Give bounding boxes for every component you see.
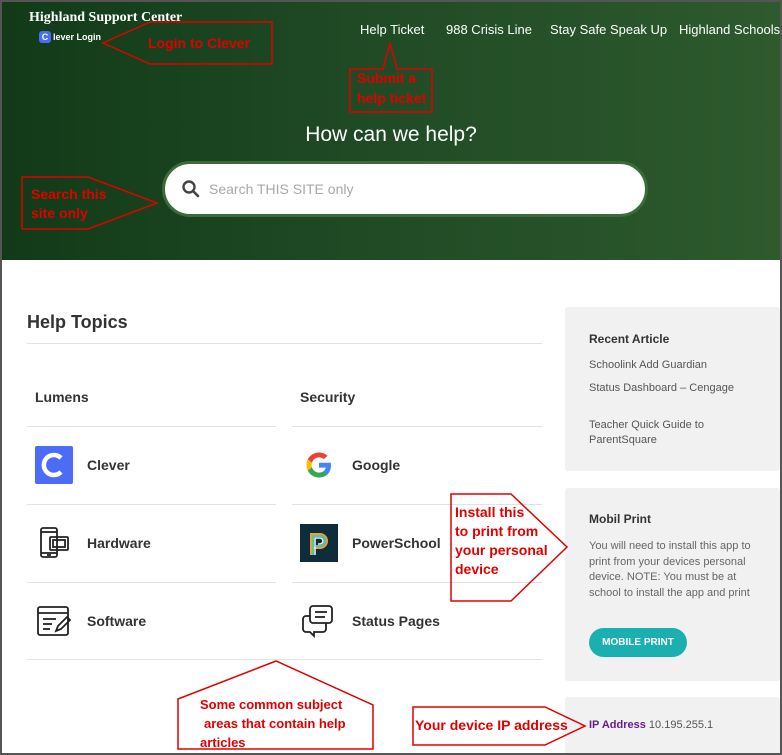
article-link[interactable]: Teacher Quick Guide to ParentSquare [589,418,739,448]
topic-powerschool[interactable]: PowerSchool [300,523,441,563]
annotation-subjects: Some common subject areas that contain h… [200,695,346,752]
annotation-line: device [455,561,499,577]
mobil-print-card: Mobil Print You will need to install thi… [565,488,780,681]
search-bar[interactable] [162,161,648,217]
annotation-line: articles [200,735,246,750]
ip-address-line: IP Address 10.195.255.1 [589,719,713,731]
annotation-line: Search this [31,186,107,202]
topic-label: Google [352,457,401,473]
hardware-devices-icon [35,524,73,562]
annotation-line: Some common subject [200,697,343,712]
topic-label: Hardware [87,535,151,551]
hero-banner: Highland Support Center C lever Login He… [2,2,780,260]
topic-label: Software [87,613,147,629]
annotation-line: Submit a [357,70,417,86]
search-icon [182,180,200,198]
clever-login-label: lever Login [53,32,102,42]
search-input[interactable] [209,181,609,197]
software-edit-icon [35,602,73,640]
article-link[interactable]: Schoolink Add Guardian [589,358,739,373]
mobil-print-heading: Mobil Print [589,512,651,526]
hero-heading: How can we help? [305,123,477,146]
recent-article-card: Recent Article Schoolink Add Guardian St… [565,307,780,471]
help-topics-heading: Help Topics [27,312,128,332]
clever-logo-icon [35,446,73,484]
nav-highland-schools[interactable]: Highland Schools [679,22,780,37]
powerschool-logo-icon [300,524,338,562]
mobil-print-description: You will need to install this app to pri… [589,540,751,599]
site-title[interactable]: Highland Support Center [29,10,182,26]
clever-login-link[interactable]: C lever Login [39,31,101,43]
topic-hardware[interactable]: Hardware [35,523,151,563]
divider [27,659,542,660]
chat-bubbles-icon [300,602,338,640]
ip-address-value: 10.195.255.1 [648,719,714,731]
annotation-line: your personal [455,542,548,558]
divider [27,343,542,344]
google-logo-icon [300,446,338,484]
nav-help-ticket[interactable]: Help Ticket [360,22,424,37]
annotation-login: Login to Clever [148,35,250,51]
divider [27,504,276,505]
annotation-line: areas that contain help [204,716,346,731]
topic-label: PowerSchool [352,535,441,551]
mobile-print-button[interactable]: MOBILE PRINT [589,628,687,657]
annotation-line: site only [31,205,88,221]
divider [292,582,542,583]
annotation-line: help ticket [357,90,427,106]
clever-c-icon: C [39,31,51,43]
recent-article-heading: Recent Article [589,332,670,346]
topic-clever[interactable]: Clever [35,445,130,485]
ip-address-label: IP Address [589,719,646,731]
annotation-search: Search this site only [31,185,106,223]
ip-address-card: IP Address 10.195.255.1 [565,697,780,755]
topic-status-pages[interactable]: Status Pages [300,601,440,641]
annotation-line: Install this [455,504,525,520]
column-heading-lumens: Lumens [35,389,89,405]
annotation-ip: Your device IP address [415,717,568,733]
divider [27,582,276,583]
column-heading-security: Security [300,389,356,405]
topic-software[interactable]: Software [35,601,146,641]
article-link[interactable]: Status Dashboard – Cengage [589,381,739,396]
topic-label: Clever [87,457,130,473]
annotation-install: Install this to print from your personal… [455,503,548,579]
topic-label: Status Pages [352,613,440,629]
divider [292,426,542,427]
topic-google[interactable]: Google [300,445,400,485]
nav-crisis-line[interactable]: 988 Crisis Line [446,22,532,37]
annotation-ticket: Submit a help ticket [357,68,426,108]
annotation-line: to print from [455,523,539,539]
divider [27,426,276,427]
nav-stay-safe[interactable]: Stay Safe Speak Up [550,22,667,37]
